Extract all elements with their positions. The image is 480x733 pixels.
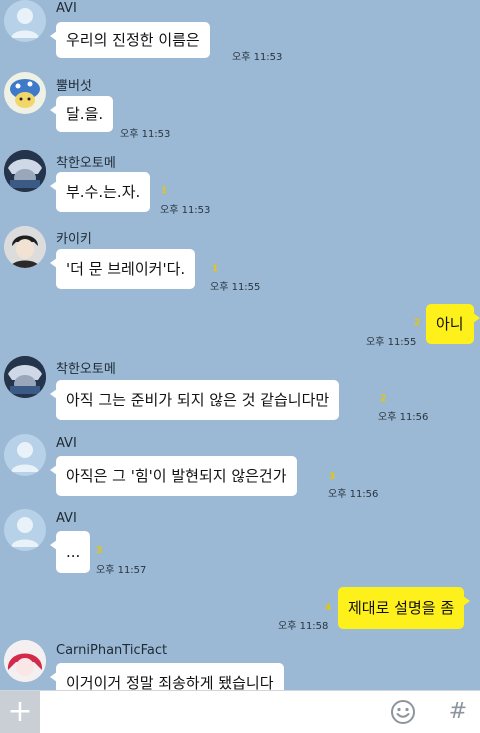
emoji-icon[interactable] — [390, 699, 416, 725]
message-time: 오후 11:55 — [210, 282, 261, 293]
sender-name: CarniPhanTicFact — [56, 643, 168, 658]
message-time: 오후 11:56 — [328, 489, 379, 500]
message-bubble[interactable]: ... — [49, 531, 91, 573]
default-profile-icon — [11, 8, 39, 38]
character-avatar-icon — [4, 226, 46, 268]
unread-count: 2 — [380, 394, 387, 404]
mushroom-avatar-icon — [10, 79, 40, 108]
message-time: 오후 11:53 — [232, 52, 283, 63]
sender-name: 착한오토메 — [56, 156, 116, 171]
message-composer: + # — [0, 690, 480, 733]
my-message-bubble[interactable]: 아니 — [426, 304, 480, 344]
message-bubble[interactable]: 아직 그는 준비가 되지 않은 것 같습니다만 — [49, 380, 340, 420]
avatar[interactable] — [4, 226, 46, 268]
unread-count: 2 — [414, 318, 421, 328]
unread-count: 3 — [329, 472, 336, 482]
message-bubble[interactable]: 아직은 그 '힘'이 발현되지 않은건가 — [50, 456, 297, 496]
default-profile-icon — [11, 442, 39, 472]
message-bubble[interactable]: 이거이거 정말 죄송하게 됐습니다 — [50, 663, 284, 690]
message-time: 오후 11:57 — [96, 565, 147, 576]
avatar[interactable] — [4, 509, 46, 551]
sender-name: 착한오토메 — [56, 362, 116, 377]
hash-search-button[interactable]: # — [446, 695, 470, 729]
my-message-bubble[interactable]: 제대로 설명을 좀 — [338, 587, 471, 629]
character-avatar-icon — [4, 150, 46, 192]
avatar[interactable] — [4, 72, 46, 114]
avatar[interactable] — [4, 434, 46, 476]
unread-count: 3 — [96, 546, 103, 556]
attach-plus-button[interactable]: + — [0, 691, 40, 733]
character-avatar-icon — [4, 356, 46, 398]
message-time: 오후 11:53 — [160, 205, 211, 216]
sender-name: 뿔버섯 — [56, 79, 92, 94]
message-bubble[interactable]: 부.수.는.자. — [49, 172, 151, 212]
avatar[interactable] — [4, 0, 46, 42]
sender-name: AVI — [56, 436, 77, 451]
message-time: 오후 11:58 — [278, 621, 329, 632]
chat-area: AVI 우리의 진정한 이름은 오후 11:53 뿔버섯 달.을. 오후 11:… — [0, 0, 480, 690]
unread-count: 1 — [161, 186, 168, 196]
message-bubble[interactable]: 우리의 진정한 이름은 — [50, 22, 210, 58]
default-profile-icon — [11, 517, 39, 547]
message-bubble[interactable]: 달.을. — [49, 96, 114, 132]
message-input[interactable] — [42, 695, 376, 731]
sender-name: AVI — [56, 1, 77, 16]
sender-name: 카이키 — [56, 232, 92, 247]
avatar[interactable] — [4, 640, 46, 682]
message-time: 오후 11:56 — [378, 412, 429, 423]
unread-count: 4 — [325, 603, 332, 613]
avatar[interactable] — [4, 150, 46, 192]
sender-name: AVI — [56, 511, 77, 526]
message-bubble[interactable]: '더 문 브레이커'다. — [49, 249, 196, 289]
message-time: 오후 11:55 — [366, 337, 417, 348]
message-time: 오후 11:53 — [120, 129, 171, 140]
unread-count: 1 — [212, 264, 219, 274]
avatar[interactable] — [4, 356, 46, 398]
character-avatar-icon — [4, 640, 46, 682]
